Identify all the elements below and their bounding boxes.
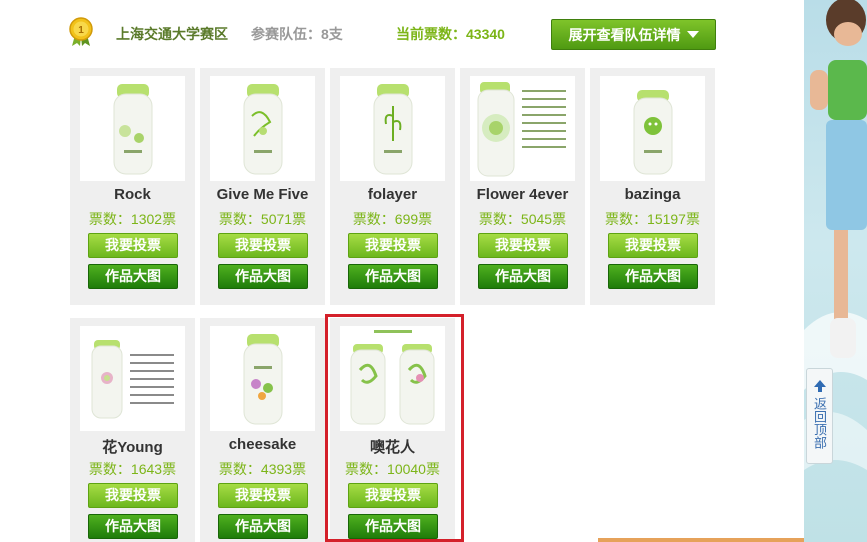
entry-image[interactable] <box>80 76 185 181</box>
selected-entry-highlight <box>325 314 464 542</box>
medal-icon: 1 <box>69 17 93 46</box>
entry-votes: 票数：1643票 <box>88 461 177 477</box>
view-large-image-button[interactable]: 作品大图 <box>218 264 308 289</box>
entry-card: bazinga 票数：15197票 我要投票 作品大图 <box>590 68 715 305</box>
bottom-divider <box>598 538 804 542</box>
entry-votes: 票数：5071票 <box>218 211 307 227</box>
vote-button[interactable]: 我要投票 <box>608 233 698 258</box>
vote-button[interactable]: 我要投票 <box>218 233 308 258</box>
entry-card: folayer 票数：699票 我要投票 作品大图 <box>330 68 455 305</box>
entry-card: Give Me Five 票数：5071票 我要投票 作品大图 <box>200 68 325 305</box>
entry-card: cheesake 票数：4393票 我要投票 作品大图 <box>200 318 325 542</box>
entry-name: Give Me Five <box>216 186 309 203</box>
vote-button[interactable]: 我要投票 <box>478 233 568 258</box>
entry-image[interactable] <box>80 326 185 431</box>
arrow-up-icon <box>814 380 826 392</box>
back-to-top-button[interactable]: 返回顶部 <box>806 368 833 464</box>
vote-button[interactable]: 我要投票 <box>218 483 308 508</box>
svg-text:1: 1 <box>78 25 84 36</box>
entry-image[interactable] <box>210 76 315 181</box>
entry-card: Flower 4ever 票数：5045票 我要投票 作品大图 <box>460 68 585 305</box>
entry-name: cheesake <box>228 436 297 453</box>
entry-name: Rock <box>114 186 151 203</box>
vote-button[interactable]: 我要投票 <box>348 233 438 258</box>
entry-votes: 票数：5045票 <box>478 211 567 227</box>
entry-image[interactable] <box>600 76 705 181</box>
entry-votes: 票数：699票 <box>352 211 433 227</box>
team-count: 参赛队伍：8支 <box>251 26 343 42</box>
entry-image[interactable] <box>210 326 315 431</box>
region-name: 上海交通大学赛区 <box>116 26 228 42</box>
vote-button[interactable]: 我要投票 <box>88 233 178 258</box>
view-large-image-button[interactable]: 作品大图 <box>218 514 308 539</box>
entry-name: bazinga <box>624 186 681 203</box>
vote-button[interactable]: 我要投票 <box>88 483 178 508</box>
view-large-image-button[interactable]: 作品大图 <box>348 264 438 289</box>
expand-team-details-button[interactable]: 展开查看队伍详情 <box>551 19 716 50</box>
entry-name: 花Young <box>102 439 163 456</box>
back-to-top-label: 返回顶部 <box>812 397 827 449</box>
entry-card: Rock 票数：1302票 我要投票 作品大图 <box>70 68 195 305</box>
entry-image[interactable] <box>470 76 575 181</box>
view-large-image-button[interactable]: 作品大图 <box>88 264 178 289</box>
entry-card: 花Young 票数：1643票 我要投票 作品大图 <box>70 318 195 542</box>
view-large-image-button[interactable]: 作品大图 <box>608 264 698 289</box>
entry-image[interactable] <box>340 76 445 181</box>
total-votes: 当前票数：43340 <box>396 26 505 42</box>
entry-votes: 票数：4393票 <box>218 461 307 477</box>
view-large-image-button[interactable]: 作品大图 <box>88 514 178 539</box>
view-large-image-button[interactable]: 作品大图 <box>478 264 568 289</box>
entry-votes: 票数：15197票 <box>605 211 700 227</box>
entry-votes: 票数：1302票 <box>88 211 177 227</box>
entry-name: folayer <box>367 186 418 203</box>
chevron-down-icon <box>686 31 699 38</box>
entry-name: Flower 4ever <box>476 186 569 203</box>
region-header: 1 上海交通大学赛区 参赛队伍：8支 当前票数：43340 展开查看队伍详情 <box>0 0 804 60</box>
expand-label: 展开查看队伍详情 <box>568 26 681 43</box>
